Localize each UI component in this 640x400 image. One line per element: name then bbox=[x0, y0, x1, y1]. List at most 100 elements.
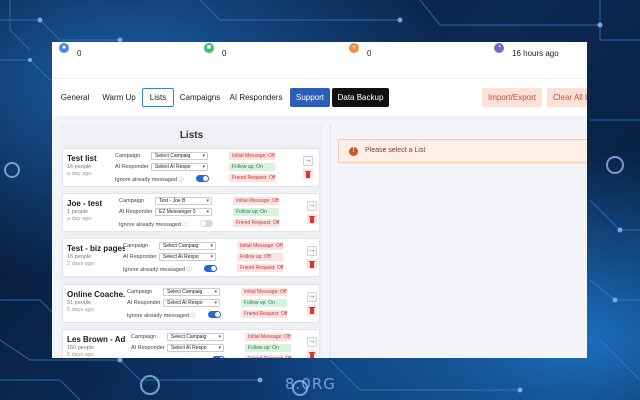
delete-list-button[interactable] bbox=[307, 214, 317, 224]
chevron-down-icon: ▾ bbox=[214, 300, 217, 306]
friend-request-badge[interactable]: Friend Request: Off bbox=[229, 174, 276, 182]
ignore-messaged-toggle[interactable] bbox=[196, 175, 209, 182]
ignore-messaged-toggle[interactable] bbox=[204, 265, 217, 272]
list-name: Test - biz pages bbox=[67, 244, 125, 253]
tab-lists[interactable]: Lists bbox=[142, 88, 174, 107]
friend-request-badge[interactable]: Friend Request: Off bbox=[245, 355, 292, 358]
ai-responder-select-value: Select AI Respo bbox=[171, 345, 207, 351]
campaign-select[interactable]: Select Campaig ▾ bbox=[163, 288, 220, 296]
follow-up-badge[interactable]: Follow up: On bbox=[229, 163, 275, 171]
user-add-icon: + bbox=[349, 43, 359, 53]
campaign-label: Campaign bbox=[115, 153, 141, 159]
tab-campaigns[interactable]: Campaigns bbox=[178, 88, 222, 107]
trash-icon bbox=[309, 307, 315, 314]
ai-responder-select[interactable]: Select AI Respo ▾ bbox=[167, 344, 224, 352]
tab-warm-up[interactable]: Warm Up bbox=[99, 88, 139, 107]
ignore-messaged-toggle[interactable] bbox=[212, 356, 225, 358]
ai-responder-select[interactable]: Select AI Respo ▾ bbox=[163, 299, 220, 307]
list-card: Online Coache... 31 people 5 days ago Ca… bbox=[62, 284, 320, 323]
ai-responder-select[interactable]: Select AI Respo ▾ bbox=[151, 163, 208, 171]
lists-panel-title: Lists bbox=[179, 130, 204, 141]
trash-icon bbox=[309, 352, 315, 358]
ai-responder-label: AI Responder bbox=[127, 300, 161, 306]
trash-icon bbox=[305, 171, 311, 178]
open-list-button[interactable]: → bbox=[307, 292, 317, 302]
friend-request-badge[interactable]: Friend Request: Off bbox=[237, 264, 284, 272]
campaign-select-value: Select Campaig bbox=[163, 243, 199, 249]
ai-responder-select[interactable]: Select AI Respo ▾ bbox=[159, 253, 216, 261]
ignore-messaged-toggle[interactable] bbox=[208, 311, 221, 318]
ai-responder-select-value: EZ Messenger 5 bbox=[159, 209, 196, 215]
list-people-count: 160 people bbox=[67, 345, 95, 351]
follow-up-badge[interactable]: Follow up: Off bbox=[237, 253, 283, 261]
info-icon: ⓘ bbox=[195, 357, 200, 358]
list-people-count: 16 people bbox=[67, 254, 92, 260]
tab-ai-responders[interactable]: AI Responders bbox=[228, 88, 284, 107]
toggle-knob bbox=[211, 266, 216, 271]
toggle-knob bbox=[203, 176, 208, 181]
initial-message-badge[interactable]: Initial Message: Off bbox=[237, 242, 283, 250]
campaign-select[interactable]: Select Campaig ▾ bbox=[151, 152, 208, 160]
import-export-button[interactable]: Import/Export bbox=[482, 88, 542, 107]
chevron-down-icon: ▾ bbox=[206, 209, 209, 215]
tab-general[interactable]: General bbox=[58, 88, 92, 107]
campaign-label: Campaign bbox=[123, 243, 149, 249]
ignore-messaged-label: Ignore already messaged ⓘ bbox=[131, 357, 200, 358]
clock-icon: ◔ bbox=[494, 43, 504, 53]
ignore-messaged-toggle[interactable] bbox=[200, 220, 213, 227]
open-list-button[interactable]: → bbox=[307, 246, 317, 256]
list-people-count: 16 people bbox=[67, 164, 92, 170]
campaign-select[interactable]: Select Campaig ▾ bbox=[159, 242, 216, 250]
ai-responder-label: AI Responder bbox=[131, 345, 165, 351]
follow-up-badge[interactable]: Follow up: On bbox=[241, 299, 287, 307]
initial-message-badge[interactable]: Initial Message: Off bbox=[245, 333, 291, 341]
delete-list-button[interactable] bbox=[303, 169, 313, 179]
ignore-messaged-text: Ignore already messaged bbox=[127, 313, 190, 319]
tab-data-backup[interactable]: Data Backup bbox=[332, 88, 389, 107]
initial-message-badge[interactable]: Initial Message: Off bbox=[229, 152, 275, 160]
delete-list-button[interactable] bbox=[307, 350, 317, 358]
list-name: Les Brown - Ad... bbox=[67, 335, 125, 344]
open-list-button[interactable]: → bbox=[303, 156, 313, 166]
clear-all-button[interactable]: Clear All D bbox=[547, 88, 587, 107]
initial-message-badge[interactable]: Initial Message: Off bbox=[233, 197, 279, 205]
open-list-button[interactable]: → bbox=[307, 337, 317, 347]
info-icon: ⓘ bbox=[178, 177, 184, 183]
stat-value: 0 bbox=[77, 49, 82, 58]
campaign-select[interactable]: Select Campaig ▾ bbox=[167, 333, 224, 341]
campaign-select-value: Select Campaig bbox=[167, 289, 203, 295]
delete-list-button[interactable] bbox=[307, 259, 317, 269]
list-created: a day ago bbox=[67, 171, 92, 177]
info-icon: ⓘ bbox=[190, 313, 196, 319]
list-card: Test - biz pages 16 people 2 days ago Ca… bbox=[62, 238, 320, 277]
ignore-messaged-label: Ignore already messaged ⓘ bbox=[115, 176, 184, 183]
list-people-count: 31 people bbox=[67, 300, 92, 306]
ai-responder-label: AI Responder bbox=[115, 164, 149, 170]
stat-value: 0 bbox=[222, 49, 227, 58]
ai-responder-select[interactable]: EZ Messenger 5 ▾ bbox=[155, 208, 212, 216]
panel-divider bbox=[330, 124, 331, 358]
campaign-select[interactable]: Test - Joe B ▾ bbox=[155, 197, 212, 205]
toggle-knob bbox=[219, 357, 224, 358]
follow-up-badge[interactable]: Follow up: On bbox=[245, 344, 291, 352]
ignore-messaged-text: Ignore already messaged bbox=[123, 267, 186, 273]
ai-responder-select-value: Select AI Respo bbox=[163, 254, 199, 260]
ai-responder-label: AI Responder bbox=[119, 209, 153, 215]
list-name: Online Coache... bbox=[67, 290, 125, 299]
chevron-down-icon: ▾ bbox=[202, 153, 205, 159]
open-list-button[interactable]: → bbox=[307, 201, 317, 211]
list-created: 5 days ago bbox=[67, 307, 94, 313]
info-icon: ! bbox=[349, 147, 358, 156]
toggle-knob bbox=[215, 312, 220, 317]
list-card: Les Brown - Ad... 160 people 6 days ago … bbox=[62, 329, 320, 358]
delete-list-button[interactable] bbox=[307, 305, 317, 315]
list-people-count: 1 people bbox=[67, 209, 89, 215]
stats-bar: ● 0 ■ 0 + 0 ◔ 16 hours ago bbox=[52, 42, 587, 78]
friend-request-badge[interactable]: Friend Request: Off bbox=[241, 310, 288, 318]
tab-bar: General Warm Up Lists Campaigns AI Respo… bbox=[52, 78, 587, 116]
tab-support[interactable]: Support bbox=[290, 88, 330, 107]
friend-request-badge[interactable]: Friend Request: Off bbox=[233, 219, 280, 227]
initial-message-badge[interactable]: Initial Message: Off bbox=[241, 288, 287, 296]
list-name: Joe - test bbox=[67, 199, 103, 208]
follow-up-badge[interactable]: Follow up: On bbox=[233, 208, 279, 216]
